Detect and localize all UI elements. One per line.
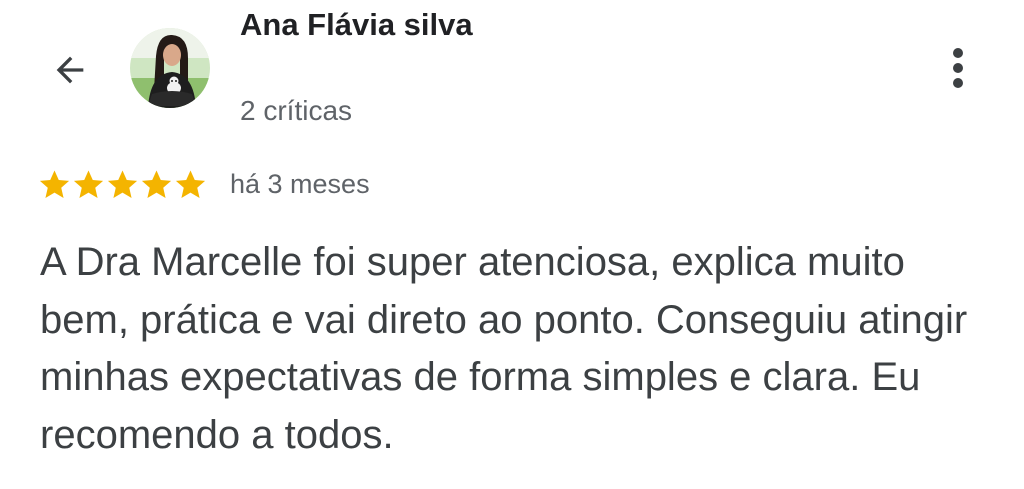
avatar-photo — [130, 28, 210, 108]
star-rating — [38, 168, 207, 201]
review-text: A Dra Marcelle foi super atenciosa, expl… — [40, 240, 968, 457]
star-icon — [175, 169, 206, 198]
more-vert-icon — [953, 48, 963, 88]
review-count[interactable]: 2 críticas — [240, 92, 352, 130]
arrow-back-icon — [56, 56, 84, 84]
review-date: há 3 meses — [230, 169, 370, 199]
star-icon — [141, 169, 172, 198]
more-options-button[interactable] — [936, 40, 980, 96]
rating-row: há 3 meses — [38, 164, 370, 204]
star-icon — [39, 169, 70, 198]
star-icon — [107, 169, 138, 198]
star-icon — [73, 169, 104, 198]
reviewer-name[interactable]: Ana Flávia silva — [240, 2, 540, 48]
avatar[interactable] — [130, 28, 210, 108]
back-button[interactable] — [44, 44, 96, 96]
